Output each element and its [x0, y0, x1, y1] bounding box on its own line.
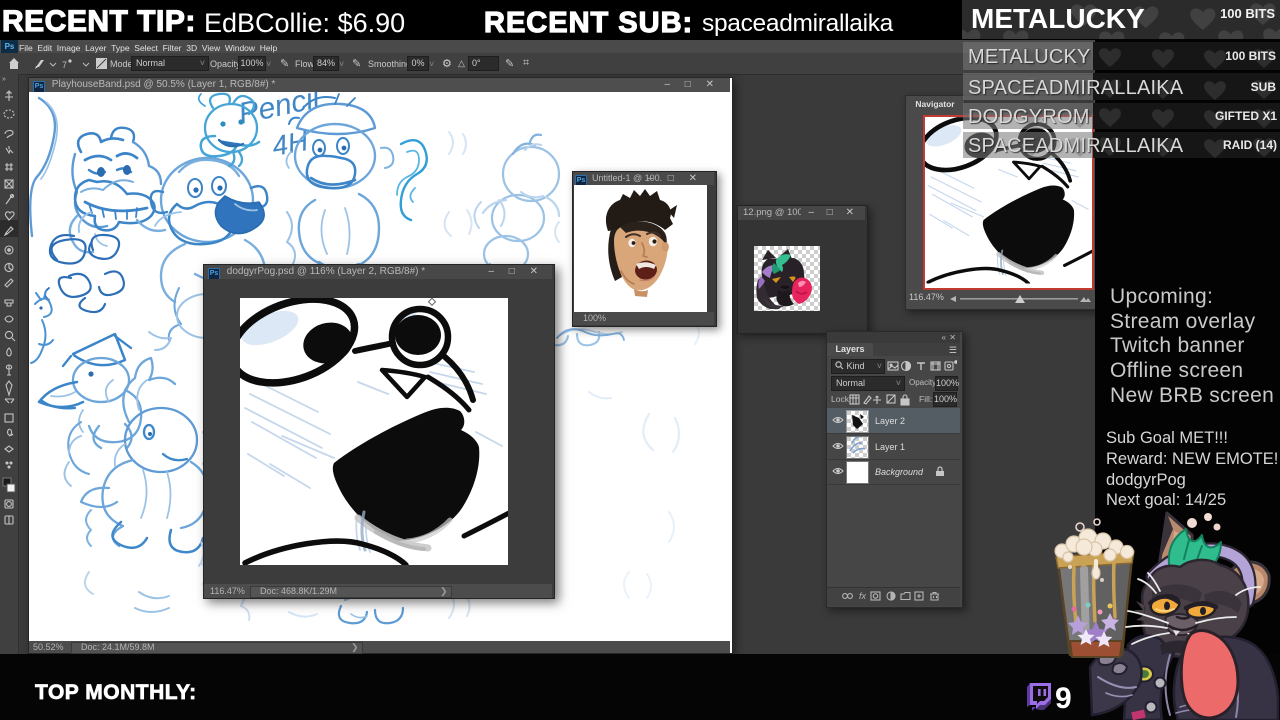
svg-text:fx: fx	[859, 591, 867, 601]
